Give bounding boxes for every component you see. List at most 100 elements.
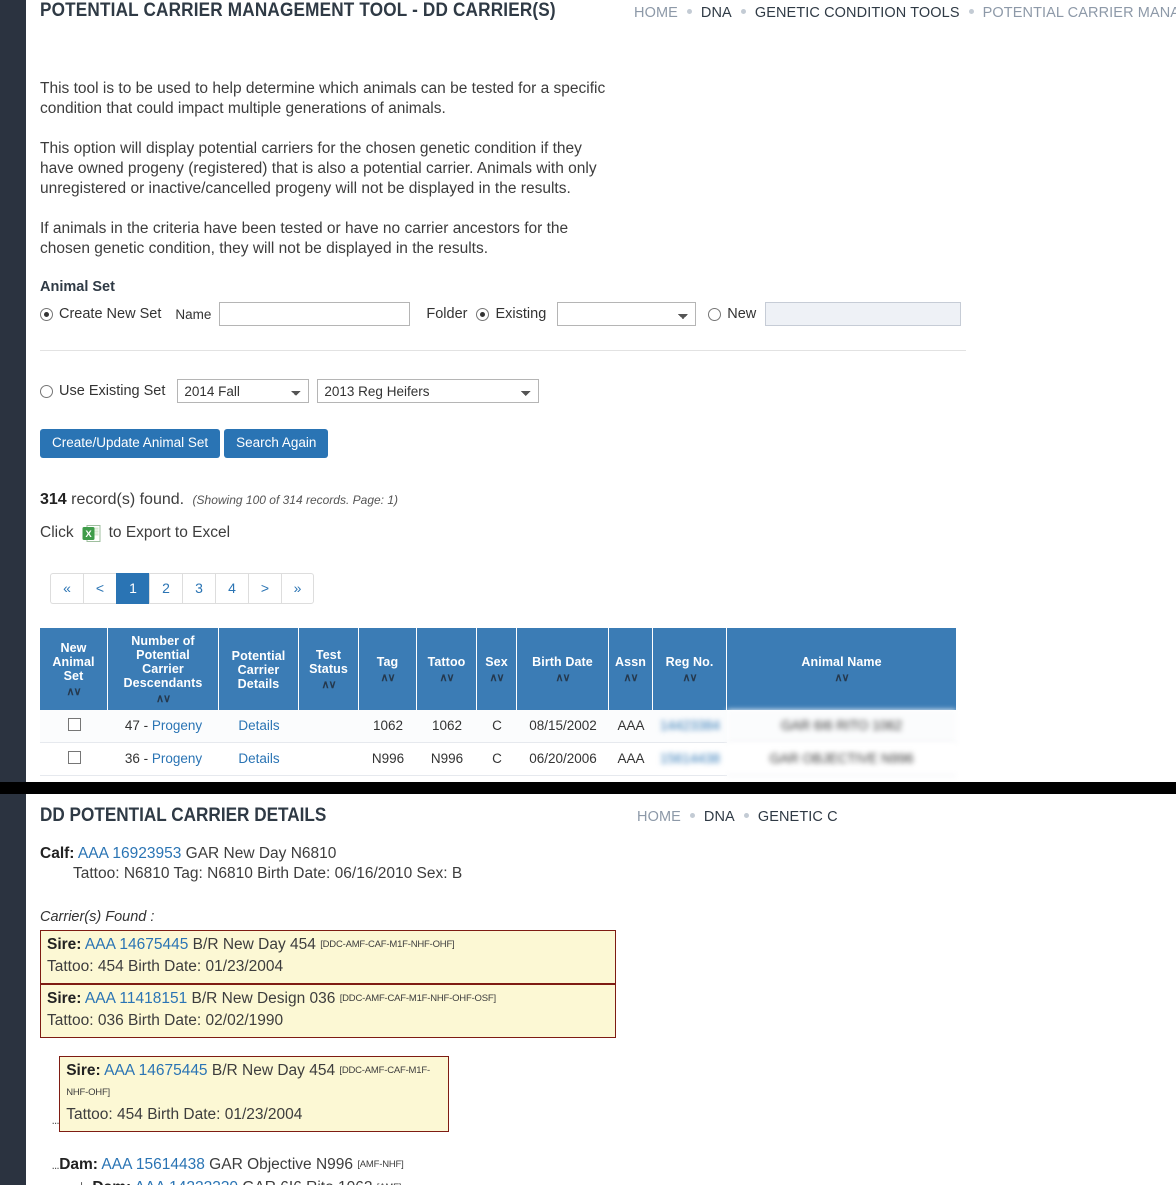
folder-label: Folder (426, 306, 468, 322)
column-header-tag[interactable]: Tag ∧∨ (359, 627, 417, 710)
record-count-value: 314 (40, 490, 67, 508)
column-header-potential-carrier-details: Potential Carrier Details (219, 627, 299, 710)
row-animal-name-cell: GAR OBJECTIVE N996 (727, 742, 956, 776)
sort-arrows-icon[interactable]: ∧∨ (305, 678, 352, 692)
descendants-count: 36 - (124, 751, 149, 766)
pagination-next-button[interactable]: > (248, 572, 281, 604)
pedigree-node: └…Dam: AAA 14222330 GAR 6I6 Rito 1062 [A… (78, 1177, 1176, 1185)
row-birth-date-cell: 06/20/2006 (517, 742, 609, 776)
column-header-new-animal-set[interactable]: New Animal Set ∧∨ (40, 627, 108, 710)
row-details-cell: Details (219, 709, 299, 743)
reg-no-link[interactable]: 14423384 (660, 718, 720, 733)
pedigree-name: B/R New Day 454 (211, 1062, 336, 1079)
carrier-role: Sire: (47, 936, 82, 953)
pagination-page-2[interactable]: 2 (149, 572, 182, 604)
sort-arrows-icon[interactable]: ∧∨ (46, 685, 101, 699)
sort-arrows-icon[interactable]: ∧∨ (483, 671, 510, 685)
detail-body: Calf: AAA 16923953 GAR New Day N6810 Tat… (0, 845, 1176, 1185)
sort-arrows-icon[interactable]: ∧∨ (365, 671, 410, 685)
reg-no-link[interactable]: 15614438 (660, 751, 720, 766)
sort-arrows-icon[interactable]: ∧∨ (523, 671, 602, 685)
breadcrumb-item-current: POTENTIAL CARRIER MANAGEMENT TOOL (982, 5, 1176, 21)
intro-paragraph-1: This tool is to be used to help determin… (40, 80, 606, 117)
existing-set-name-select[interactable]: 2013 Reg Heifers (317, 379, 540, 403)
pedigree-registration-link[interactable]: AAA 15614438 (101, 1156, 204, 1173)
carriers-found-label: Carrier(s) Found : (40, 909, 155, 925)
export-to-excel-line: Click X to Export to Excel (40, 524, 1176, 543)
breadcrumb-separator-icon (743, 813, 749, 819)
results-table: New Animal Set ∧∨ Number of Potential Ca… (40, 627, 956, 776)
folder-existing-radio[interactable] (476, 307, 490, 321)
carrier-name: B/R New Design 036 (191, 990, 336, 1007)
column-header-reg-no[interactable]: Reg No. ∧∨ (653, 627, 728, 710)
animal-set-form: Animal Set Create New Set Name Folder Ex… (0, 279, 1176, 776)
sort-arrows-icon[interactable]: ∧∨ (733, 671, 950, 685)
column-header-number-of-potential-carrier-descendants[interactable]: Number of Potential Carrier Descendants … (108, 627, 219, 710)
breadcrumb-item-genetic-condition-tools[interactable]: GENETIC C (758, 809, 838, 825)
search-again-button[interactable]: Search Again (224, 429, 329, 458)
column-header-tattoo[interactable]: Tattoo ∧∨ (417, 627, 477, 710)
column-header-birth-date[interactable]: Birth Date ∧∨ (517, 627, 609, 710)
folder-new-radio[interactable] (708, 307, 722, 321)
details-link[interactable]: Details (238, 751, 279, 766)
folder-new-input[interactable] (765, 302, 962, 326)
pagination-first-button[interactable]: « (50, 572, 83, 604)
new-animal-set-checkbox[interactable] (67, 717, 81, 731)
screenshot-divider (0, 782, 1176, 794)
carrier-condition-codes: [DDC-AMF-CAF-M1F-NHF-OHF-OSF] (339, 993, 496, 1004)
row-tattoo-cell: 1062 (417, 709, 477, 743)
pedigree-condition-codes: [AMF-NHF] (357, 1159, 404, 1170)
pedigree-carrier-box[interactable]: Sire: AAA 14675445 B/R New Day 454 [DDC-… (59, 1056, 450, 1132)
column-label: Tattoo (427, 654, 466, 669)
pagination-page-1[interactable]: 1 (116, 572, 149, 604)
folder-existing-select[interactable] (557, 302, 697, 326)
column-header-assn[interactable]: Assn ∧∨ (609, 627, 653, 710)
breadcrumb-item-home[interactable]: HOME (637, 809, 681, 825)
carrier-box[interactable]: Sire: AAA 11418151 B/R New Design 036 [D… (40, 984, 616, 1038)
pagination-page-3[interactable]: 3 (182, 572, 215, 604)
progeny-link[interactable]: Progeny (152, 718, 202, 733)
row-descendants-cell: 47 - Progeny (108, 709, 219, 743)
pedigree-node: … Sire: AAA 14675445 B/R New Day 454 [DD… (52, 1056, 1176, 1132)
sort-arrows-icon[interactable]: ∧∨ (423, 671, 470, 685)
pagination-last-button[interactable]: » (281, 572, 314, 604)
calf-registration-link[interactable]: AAA 16923953 (78, 845, 181, 862)
pagination-page-4[interactable]: 4 (215, 572, 248, 604)
existing-set-season-select[interactable]: 2014 Fall (177, 379, 310, 403)
create-new-set-label: Create New Set (59, 306, 162, 322)
column-header-animal-name[interactable]: Animal Name ∧∨ (727, 627, 956, 710)
use-existing-set-radio[interactable] (40, 384, 53, 398)
create-update-animal-set-button[interactable]: Create/Update Animal Set (40, 429, 221, 458)
carrier-registration-link[interactable]: AAA 11418151 (85, 990, 187, 1007)
animal-set-name-input[interactable] (219, 302, 411, 326)
row-tattoo-cell: N996 (417, 742, 477, 776)
calf-detail-line: Tattoo: N6810 Tag: N6810 Birth Date: 06/… (73, 865, 463, 882)
column-label: Reg No. (665, 654, 714, 669)
carrier-box-line-1: Sire: AAA 11418151 B/R New Design 036 [D… (47, 988, 609, 1010)
breadcrumb-item-genetic-condition-tools[interactable]: GENETIC CONDITION TOOLS (755, 5, 960, 21)
carrier-box[interactable]: Sire: AAA 14675445 B/R New Day 454 [DDC-… (40, 930, 616, 984)
pagination-prev-button[interactable]: < (83, 572, 116, 604)
new-animal-set-checkbox[interactable] (67, 750, 81, 764)
column-header-sex[interactable]: Sex ∧∨ (477, 627, 517, 710)
create-new-set-radio[interactable] (40, 307, 53, 321)
breadcrumb-item-dna[interactable]: DNA (704, 809, 735, 825)
dd-potential-carrier-details-panel: DD POTENTIAL CARRIER DETAILS HOME DNA GENE… (0, 794, 1176, 1185)
page-title: POTENTIAL CARRIER MANAGEMENT TOOL - DD C… (40, 0, 556, 21)
breadcrumb-separator-icon (968, 9, 974, 15)
details-link[interactable]: Details (238, 718, 279, 733)
column-label: Tag (376, 654, 399, 669)
breadcrumb-item-home[interactable]: HOME (634, 5, 678, 21)
excel-icon[interactable]: X (82, 524, 101, 543)
pedigree-registration-link[interactable]: AAA 14675445 (104, 1062, 207, 1079)
column-label: Assn (615, 654, 646, 669)
progeny-link[interactable]: Progeny (152, 751, 202, 766)
sort-arrows-icon[interactable]: ∧∨ (114, 692, 212, 706)
column-header-test-status[interactable]: Test Status ∧∨ (299, 627, 359, 710)
sort-arrows-icon[interactable]: ∧∨ (615, 671, 646, 685)
breadcrumb-item-dna[interactable]: DNA (701, 5, 732, 21)
pedigree-registration-link[interactable]: AAA 14222330 (135, 1179, 238, 1185)
breadcrumb-separator-icon (686, 9, 692, 15)
carrier-registration-link[interactable]: AAA 14675445 (85, 936, 188, 953)
sort-arrows-icon[interactable]: ∧∨ (659, 671, 720, 685)
